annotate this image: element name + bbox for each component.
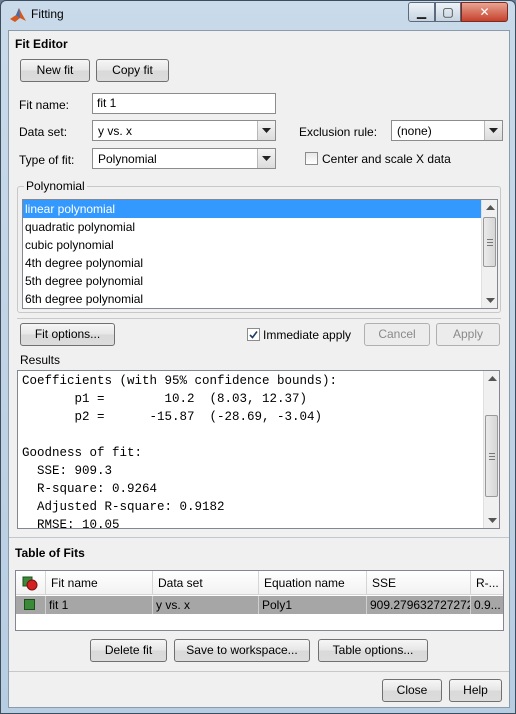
cell-fit-name: fit 1 [46, 596, 153, 614]
exclusion-rule-label: Exclusion rule: [299, 125, 378, 139]
immediate-apply-label: Immediate apply [263, 328, 352, 342]
scroll-down-icon[interactable] [482, 292, 497, 308]
header-data-set[interactable]: Data set [153, 571, 259, 595]
results-line: Coefficients (with 95% confidence bounds… [22, 374, 338, 388]
scroll-up-icon[interactable] [482, 200, 497, 216]
data-set-label: Data set: [19, 125, 68, 139]
results-scrollbar[interactable] [483, 371, 499, 528]
window-title: Fitting [31, 7, 64, 21]
cancel-button[interactable]: Cancel [364, 323, 430, 346]
polynomial-items: linear polynomial quadratic polynomial cub… [23, 200, 497, 308]
polynomial-list-item[interactable]: 4th degree polynomial [23, 254, 497, 272]
table-options-button[interactable]: Table options... [318, 639, 428, 662]
apply-button[interactable]: Apply [436, 323, 500, 346]
header-equation-name[interactable]: Equation name [259, 571, 367, 595]
fit-name-label: Fit name: [19, 98, 70, 112]
chevron-down-icon [484, 121, 502, 140]
cell-data-set: y vs. x [153, 596, 259, 614]
results-line: R-square: 0.9264 [22, 482, 158, 496]
results-line: SSE: 909.3 [22, 464, 113, 478]
center-scale-label: Center and scale X data [322, 152, 451, 166]
matlab-logo-icon [10, 8, 26, 22]
header-r-square[interactable]: R-... [471, 571, 503, 595]
scroll-down-icon[interactable] [484, 512, 499, 528]
checkmark-icon [249, 331, 258, 339]
cell-sse: 909.2796327272722 [367, 596, 471, 614]
row-status-cell [16, 596, 46, 614]
results-line: RMSE: 10.05 [22, 518, 120, 529]
fit-status-icon [24, 599, 35, 610]
polynomial-list-item[interactable]: quadratic polynomial [23, 218, 497, 236]
data-set-dropdown[interactable]: y vs. x [92, 120, 276, 141]
polynomial-list-item[interactable]: 6th degree polynomial [23, 290, 497, 308]
polynomial-legend: Polynomial [24, 179, 87, 193]
save-to-workspace-button[interactable]: Save to workspace... [174, 639, 310, 662]
polynomial-group: Polynomial linear polynomial quadratic po… [17, 179, 501, 313]
minimize-button[interactable]: ▁ [408, 2, 435, 22]
polynomial-list-item[interactable]: cubic polynomial [23, 236, 497, 254]
polynomial-list-item[interactable]: linear polynomial [23, 200, 497, 218]
polynomial-scrollbar[interactable] [481, 200, 497, 308]
table-of-fits-heading: Table of Fits [15, 546, 85, 560]
polynomial-list[interactable]: linear polynomial quadratic polynomial cub… [22, 199, 498, 309]
exclusion-rule-value: (none) [397, 124, 432, 138]
chevron-down-icon [257, 149, 275, 168]
results-line: p1 = 10.2 (8.03, 12.37) [22, 392, 308, 406]
results-line [22, 426, 337, 444]
type-of-fit-value: Polynomial [98, 152, 157, 166]
immediate-apply-checkbox[interactable] [247, 328, 260, 341]
fit-editor-heading: Fit Editor [15, 37, 68, 51]
delete-fit-button[interactable]: Delete fit [90, 639, 167, 662]
title-bar[interactable]: Fitting ▁ ▢ ✕ [1, 1, 515, 29]
table-header: Fit name Data set Equation name SSE R-..… [16, 571, 503, 595]
divider [9, 537, 509, 538]
fitting-window: Fitting ▁ ▢ ✕ Fit Editor New fit Copy fi… [0, 0, 516, 714]
scroll-thumb[interactable] [485, 415, 498, 497]
chevron-down-icon [257, 121, 275, 140]
results-heading: Results [20, 353, 61, 367]
fit-options-button[interactable]: Fit options... [20, 323, 115, 346]
close-button[interactable]: Close [382, 679, 442, 702]
exclusion-rule-dropdown[interactable]: (none) [391, 120, 503, 141]
scroll-thumb[interactable] [483, 217, 496, 267]
type-of-fit-dropdown[interactable]: Polynomial [92, 148, 276, 169]
record-icon [22, 576, 38, 591]
data-set-value: y vs. x [98, 124, 133, 138]
header-fit-name[interactable]: Fit name [46, 571, 153, 595]
fit-name-field[interactable]: fit 1 [92, 93, 276, 114]
copy-fit-button[interactable]: Copy fit [96, 59, 169, 82]
dialog-body: Fit Editor New fit Copy fit Fit name: fi… [8, 30, 510, 708]
results-line: Adjusted R-square: 0.9182 [22, 500, 225, 514]
cell-equation-name: Poly1 [259, 596, 367, 614]
close-window-button[interactable]: ✕ [461, 2, 508, 22]
cell-r-square: 0.9... [471, 596, 503, 614]
results-line: p2 = -15.87 (-28.69, -3.04) [22, 410, 323, 424]
results-text: Coefficients (with 95% confidence bounds… [22, 372, 338, 529]
new-fit-button[interactable]: New fit [20, 59, 90, 82]
maximize-button[interactable]: ▢ [435, 2, 461, 22]
header-status-col[interactable] [16, 571, 46, 595]
table-of-fits[interactable]: Fit name Data set Equation name SSE R-..… [15, 570, 504, 631]
divider [9, 671, 509, 672]
center-scale-checkbox[interactable] [305, 152, 318, 165]
header-sse[interactable]: SSE [367, 571, 471, 595]
help-button[interactable]: Help [449, 679, 502, 702]
divider [17, 318, 501, 319]
results-pane[interactable]: Coefficients (with 95% confidence bounds… [17, 370, 500, 529]
results-line: Goodness of fit: [22, 446, 143, 460]
polynomial-list-item[interactable]: 5th degree polynomial [23, 272, 497, 290]
type-of-fit-label: Type of fit: [19, 153, 75, 167]
table-row[interactable]: fit 1 y vs. x Poly1 909.2796327272722 0.… [16, 596, 503, 614]
scroll-up-icon[interactable] [484, 371, 499, 387]
